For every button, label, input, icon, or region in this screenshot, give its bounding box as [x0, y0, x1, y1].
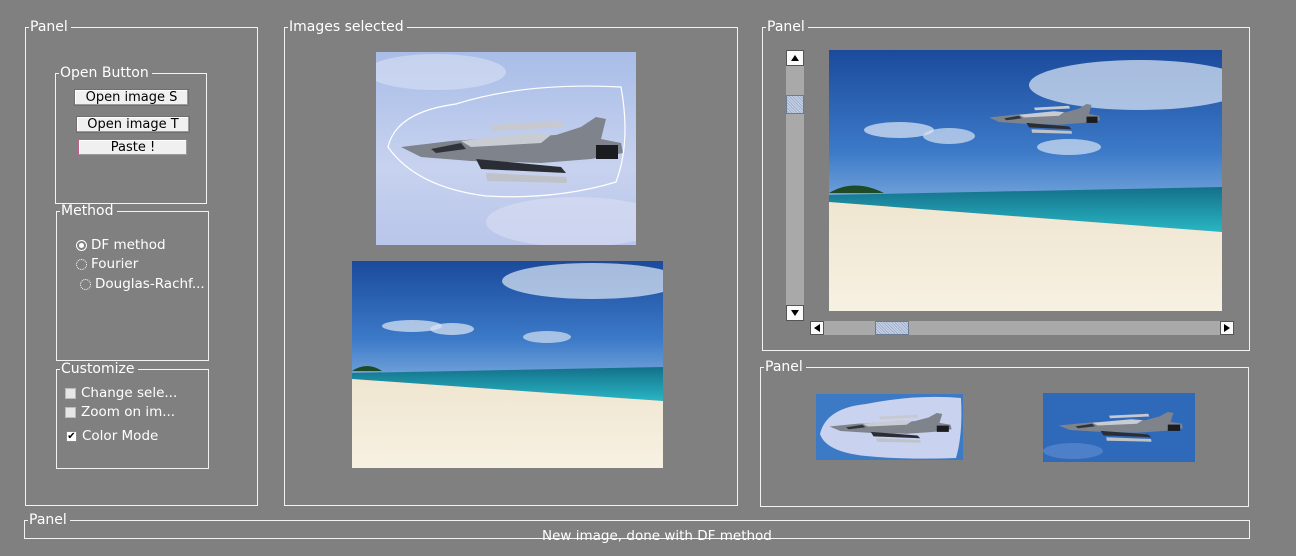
- method-group-title: Method: [61, 203, 114, 219]
- radio-icon: [76, 258, 87, 270]
- checkbox-icon: [65, 387, 76, 399]
- scroll-right-icon[interactable]: [1220, 321, 1234, 335]
- method-option-df[interactable]: DF method: [76, 237, 166, 253]
- horizontal-scroll-thumb[interactable]: [875, 321, 909, 335]
- status-message: New image, done with DF method: [542, 528, 772, 544]
- scroll-down-icon[interactable]: [786, 305, 804, 321]
- customize-group-title: Customize: [61, 361, 135, 377]
- horizontal-scrollbar[interactable]: [810, 321, 1234, 335]
- left-panel-title: Panel: [30, 19, 68, 35]
- result-image-view: [829, 50, 1222, 311]
- scroll-up-icon[interactable]: [786, 50, 804, 66]
- method-option-label: Fourier: [91, 256, 139, 272]
- method-option-douglas[interactable]: Douglas-Rachf...: [80, 276, 205, 292]
- checkbox-zoom[interactable]: Zoom on im...: [65, 404, 175, 420]
- source-image-jet: [376, 52, 636, 245]
- radio-icon: [80, 278, 91, 290]
- method-option-fourier[interactable]: Fourier: [76, 256, 138, 272]
- checkbox-label: Change sele...: [81, 385, 178, 401]
- paste-button[interactable]: Paste !: [78, 139, 188, 156]
- view-panel-title: Panel: [767, 19, 805, 35]
- target-image-beach: [352, 261, 663, 468]
- checkbox-label: Zoom on im...: [81, 404, 176, 420]
- open-group-title: Open Button: [60, 65, 149, 81]
- radio-selected-icon: [76, 239, 87, 251]
- open-image-s-button[interactable]: Open image S: [74, 89, 189, 106]
- vertical-scrollbar[interactable]: [786, 50, 804, 321]
- open-image-t-button[interactable]: Open image T: [76, 116, 190, 133]
- method-option-label: Douglas-Rachf...: [95, 276, 205, 292]
- thumbnail-result: [1043, 393, 1195, 462]
- thumbs-panel-title: Panel: [765, 359, 803, 375]
- method-option-label: DF method: [91, 237, 166, 253]
- checkbox-color-mode[interactable]: ✔ Color Mode: [66, 428, 158, 444]
- images-panel-title: Images selected: [289, 19, 404, 35]
- status-panel-title: Panel: [29, 512, 67, 528]
- checkbox-label: Color Mode: [82, 428, 159, 444]
- open-button-group: Open Button: [55, 66, 207, 204]
- checkbox-change-selection[interactable]: Change sele...: [65, 385, 177, 401]
- checkbox-icon: [65, 406, 76, 418]
- checkbox-checked-icon: ✔: [66, 430, 77, 442]
- scroll-left-icon[interactable]: [810, 321, 824, 335]
- thumbnail-source-cutout: [816, 394, 963, 460]
- vertical-scroll-thumb[interactable]: [786, 95, 804, 114]
